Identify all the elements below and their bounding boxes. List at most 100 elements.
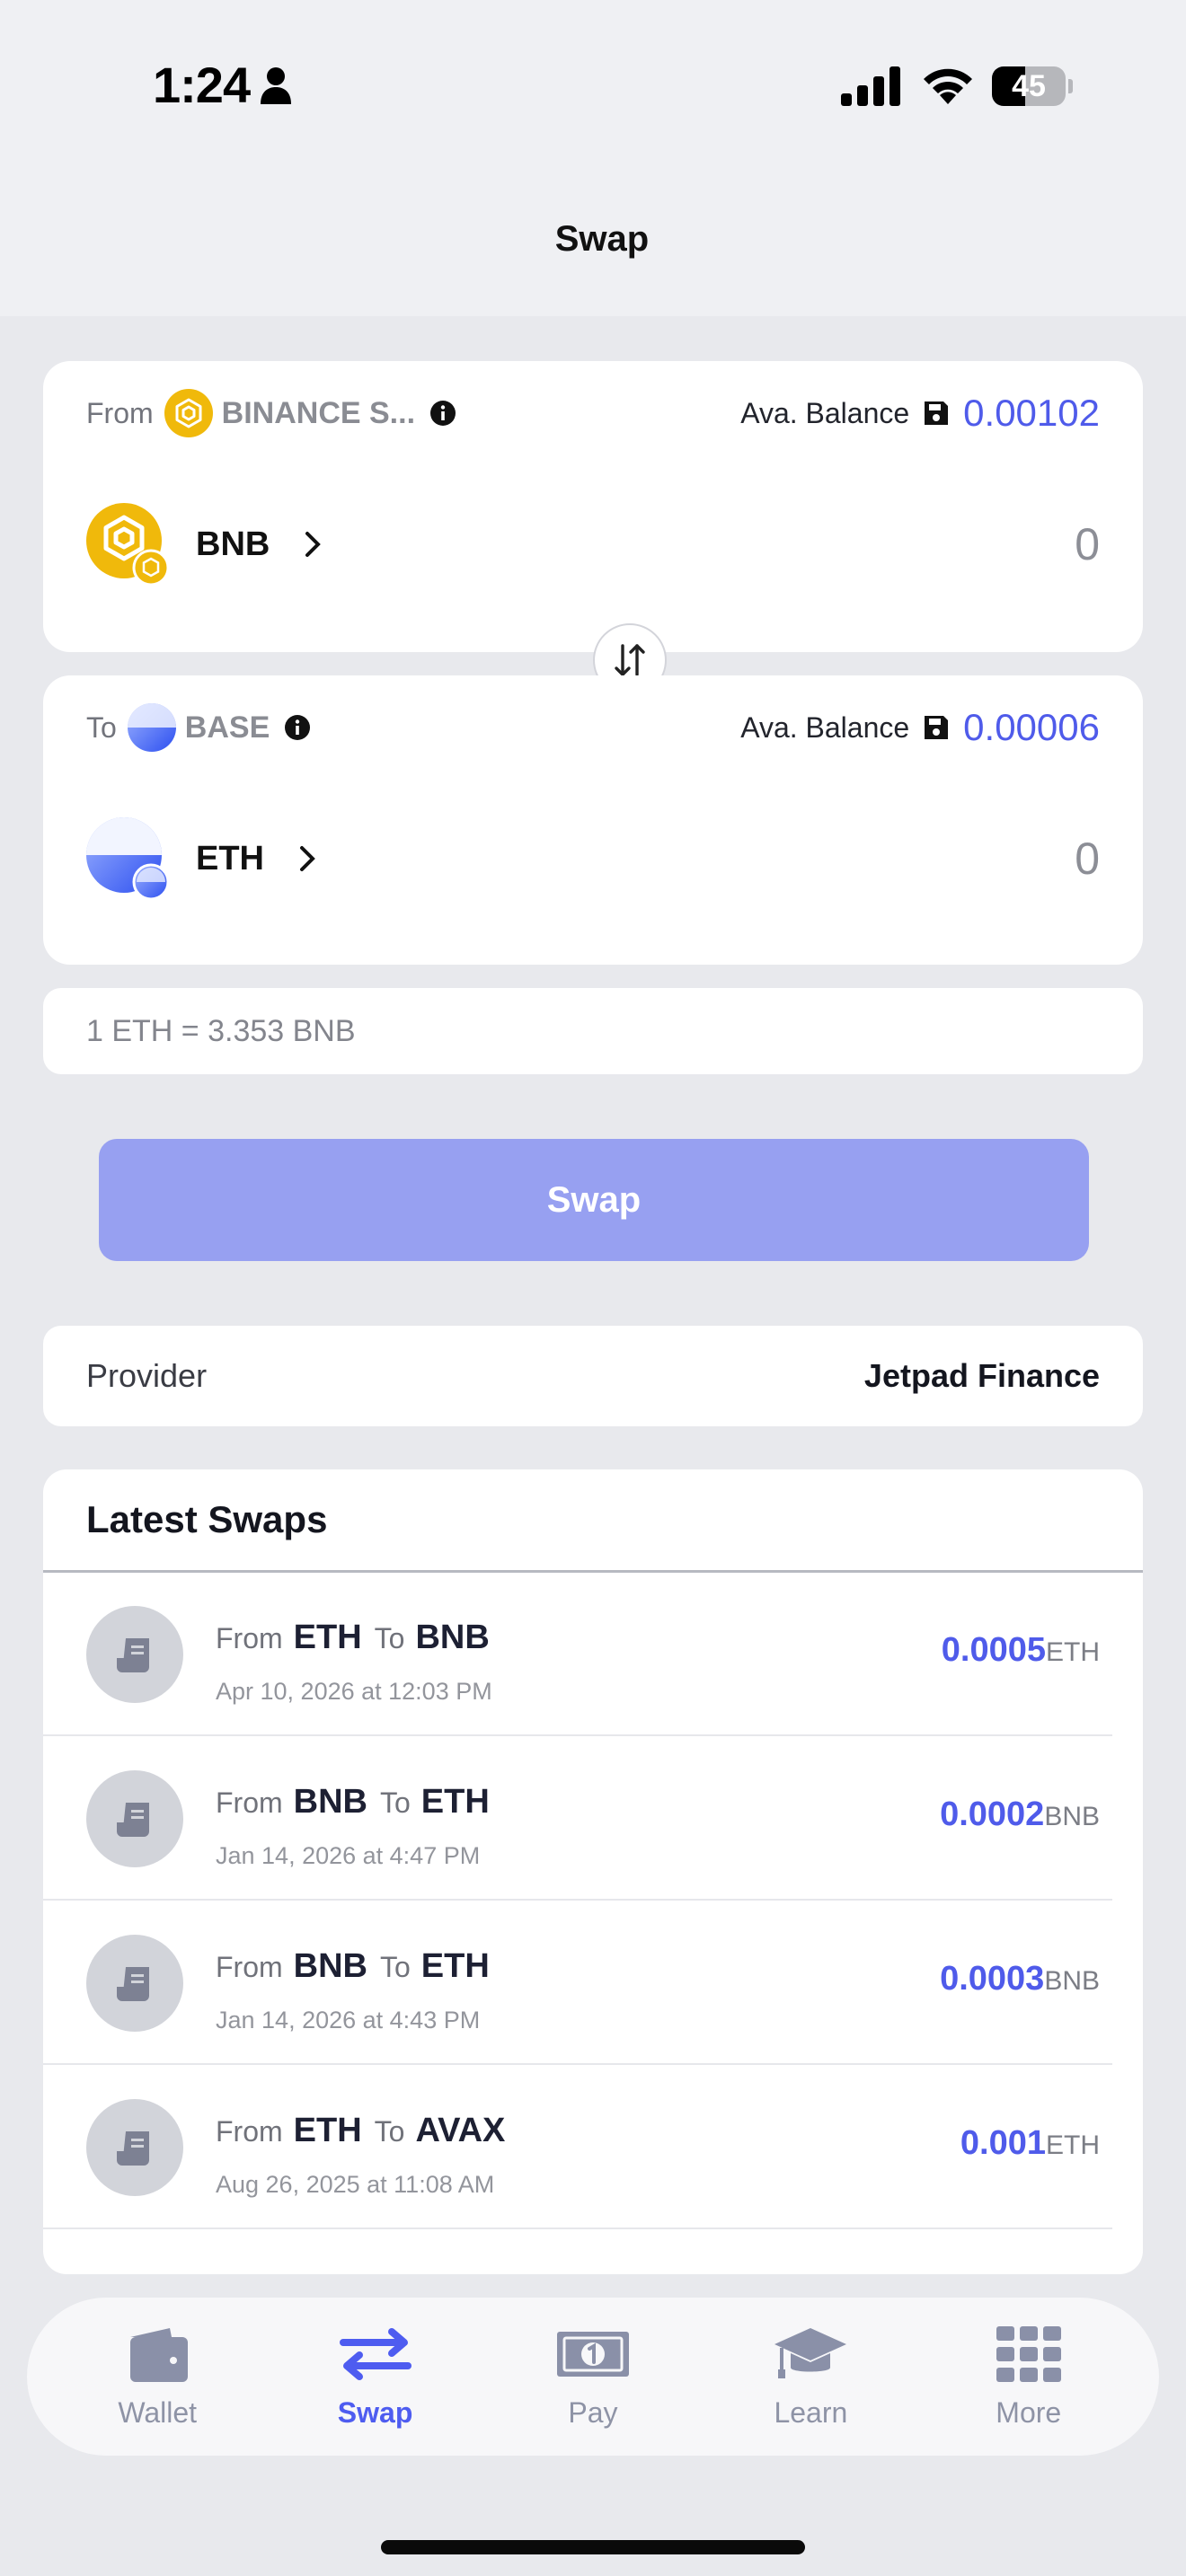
from-balance: Ava. Balance 0.00102: [740, 392, 1100, 435]
grid-icon: [996, 2325, 1061, 2382]
transaction-date: Aug 26, 2025 at 11:08 AM: [216, 2171, 495, 2198]
bnb-token-icon[interactable]: [86, 503, 169, 586]
swap-history-row[interactable]: From BNB To ETH Jan 14, 2026 at 4:43 PM 0.000…: [43, 1901, 1112, 2065]
transaction-amount: 0.0005 ETH: [942, 1631, 1100, 1670]
top-header: 1:24 45 Swap: [0, 0, 1186, 316]
status-time: 1:24: [153, 57, 251, 113]
transaction-amount: 0.0003 BNB: [940, 1960, 1100, 1998]
base-chain-icon[interactable]: [127, 703, 176, 752]
transaction-date: Apr 10, 2026 at 12:03 PM: [216, 1678, 492, 1705]
info-icon[interactable]: [429, 400, 456, 427]
from-token: BNB: [293, 1783, 367, 1821]
receipt-icon: [117, 1803, 149, 1837]
to-word: To: [379, 1786, 411, 1819]
to-token: ETH: [420, 1783, 490, 1821]
swap-history-row[interactable]: From BNB To ETH Jan 14, 2026 at 4:47 PM 0.000…: [43, 1736, 1112, 1901]
amount-unit: ETH: [1046, 2130, 1100, 2160]
swap-vertical-icon: [615, 644, 645, 676]
tab-learn[interactable]: Learn: [721, 2325, 900, 2430]
swap-list: From ETH To BNB Apr 10, 2026 at 12:03 PM 0.00…: [43, 1572, 1143, 2229]
wallet-icon: [130, 2327, 189, 2382]
from-word: From: [216, 2115, 283, 2148]
transaction-route: From ETH To BNB: [216, 1619, 502, 1657]
from-word: From: [216, 1786, 283, 1819]
from-balance-value: 0.00102: [963, 392, 1100, 434]
latest-swaps-card: Latest Swaps From ETH To BNB Apr 10, 2026 at…: [43, 1469, 1143, 2274]
eth-token-icon[interactable]: [86, 817, 169, 900]
transaction-date: Jan 14, 2026 at 4:47 PM: [216, 1842, 481, 1869]
wifi-icon: [924, 68, 972, 104]
receipt-icon: [117, 1967, 149, 2001]
to-balance-value: 0.00006: [963, 706, 1100, 748]
to-token: BNB: [415, 1619, 490, 1656]
person-icon: [261, 67, 291, 104]
from-token: ETH: [293, 1619, 362, 1656]
amount-value: 0.0003: [940, 1960, 1045, 1998]
latest-swaps-title: Latest Swaps: [86, 1498, 328, 1540]
to-amount-input[interactable]: [830, 833, 1100, 885]
home-indicator: [381, 2540, 805, 2554]
to-token: AVAX: [415, 2112, 506, 2149]
provider-row[interactable]: Provider Jetpad Finance: [43, 1326, 1143, 1426]
from-chain-name[interactable]: BINANCE S...: [222, 396, 415, 431]
receipt-icon: [117, 2131, 149, 2166]
from-token-name[interactable]: BNB: [196, 525, 270, 564]
save-icon: [925, 401, 949, 425]
tab-more[interactable]: More: [939, 2325, 1119, 2430]
bnb-chain-icon[interactable]: [164, 389, 213, 437]
banknote-icon: [556, 2331, 629, 2377]
amount-value: 0.0002: [940, 1795, 1045, 1833]
from-token-row: BNB: [86, 501, 1100, 587]
swap-history-row[interactable]: From ETH To AVAX Aug 26, 2025 at 11:08 AM 0.0…: [43, 2065, 1112, 2229]
transaction-avatar: [86, 2099, 183, 2196]
amount-unit: ETH: [1046, 1637, 1100, 1667]
transaction-route: From BNB To ETH: [216, 1947, 502, 1986]
tab-swap[interactable]: Swap: [286, 2325, 465, 2430]
transaction-avatar: [86, 1935, 183, 2032]
info-icon[interactable]: [284, 714, 311, 741]
to-balance-label: Ava. Balance: [740, 710, 910, 744]
transaction-route: From BNB To ETH: [216, 1783, 502, 1822]
from-word: From: [216, 1622, 283, 1654]
tab-wallet[interactable]: Wallet: [67, 2325, 247, 2430]
provider-value: Jetpad Finance: [863, 1357, 1100, 1394]
swap-arrows-icon: [339, 2327, 412, 2380]
tab-label: Learn: [774, 2395, 848, 2429]
page-title: Swap: [554, 219, 650, 259]
battery-indicator: 45: [992, 66, 1073, 106]
bottom-tab-bar: Wallet Swap Pay Learn More: [27, 2298, 1159, 2456]
cellular-signal-icon: [841, 66, 900, 106]
amount-unit: BNB: [1044, 1802, 1100, 1831]
from-card: From BINANCE S... Ava. Balance 0.00102 B…: [43, 361, 1143, 652]
tab-label: More: [996, 2395, 1062, 2429]
swap-history-row[interactable]: From ETH To BNB Apr 10, 2026 at 12:03 PM 0.00…: [43, 1572, 1112, 1736]
to-token: ETH: [420, 1947, 490, 1985]
provider-label: Provider: [86, 1357, 208, 1394]
swap-button[interactable]: Swap: [99, 1139, 1089, 1261]
to-chain-name[interactable]: BASE: [185, 710, 270, 745]
to-token-name[interactable]: ETH: [196, 840, 264, 878]
to-label: To: [86, 710, 117, 744]
graduation-cap-icon: [774, 2327, 847, 2378]
transaction-avatar: [86, 1606, 183, 1703]
to-word: To: [379, 1951, 411, 1983]
transaction-amount: 0.0002 BNB: [940, 1795, 1100, 1834]
from-token: BNB: [293, 1947, 367, 1985]
to-card: To BASE Ava. Balance 0.00006 ETH 0: [43, 675, 1143, 965]
from-label: From: [86, 396, 154, 429]
from-amount-input[interactable]: [830, 518, 1100, 570]
from-balance-label: Ava. Balance: [740, 396, 910, 429]
exchange-rate: 1 ETH = 3.353 BNB: [43, 988, 1143, 1074]
amount-value: 0.001: [960, 2124, 1046, 2162]
from-token: ETH: [293, 2112, 362, 2149]
from-route-row: From BINANCE S... Ava. Balance 0.00102: [86, 388, 1100, 438]
tab-label: Wallet: [118, 2395, 198, 2429]
chevron-right-icon[interactable]: [298, 844, 318, 873]
transaction-route: From ETH To AVAX: [216, 2112, 518, 2150]
amount-unit: BNB: [1044, 1966, 1100, 1996]
to-word: To: [374, 1622, 405, 1654]
chevron-right-icon[interactable]: [304, 530, 323, 559]
receipt-icon: [117, 1638, 149, 1672]
to-route-row: To BASE Ava. Balance 0.00006: [86, 702, 1100, 753]
tab-pay[interactable]: Pay: [503, 2325, 683, 2430]
